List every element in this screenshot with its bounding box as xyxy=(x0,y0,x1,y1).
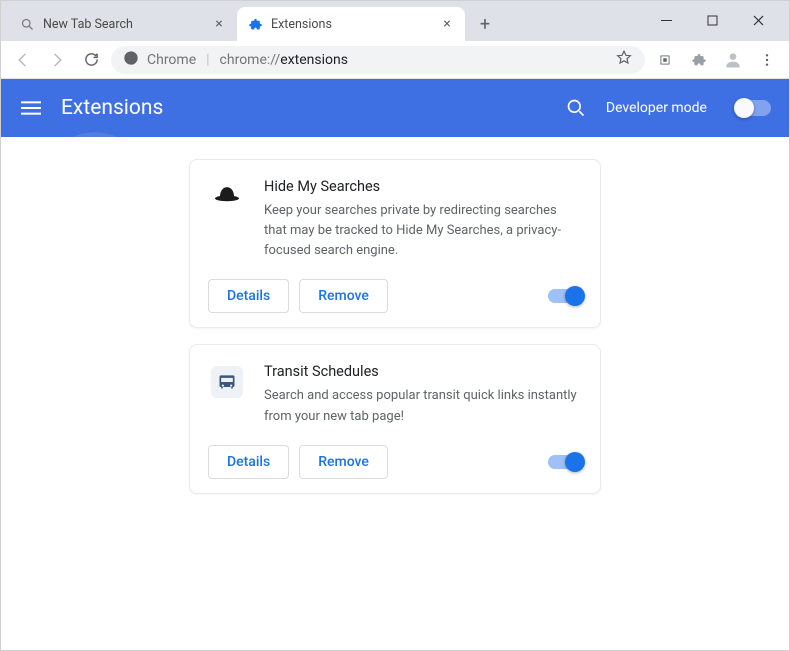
extension-name: Hide My Searches xyxy=(264,178,582,195)
extensions-header: Extensions Developer mode xyxy=(1,79,789,137)
site-info-icon[interactable] xyxy=(123,50,139,70)
extension-description: Search and access popular transit quick … xyxy=(264,386,582,426)
incognito-hat-icon xyxy=(208,178,246,216)
extensions-list: Hide My Searches Keep your searches priv… xyxy=(1,137,789,650)
details-button[interactable]: Details xyxy=(208,445,289,479)
extension-name: Transit Schedules xyxy=(264,363,582,380)
puzzle-icon xyxy=(247,16,263,32)
extension-card: Transit Schedules Search and access popu… xyxy=(189,344,601,493)
extension-description: Keep your searches private by redirectin… xyxy=(264,201,582,261)
tab-new-tab-search[interactable]: New Tab Search × xyxy=(9,7,237,41)
enable-toggle[interactable] xyxy=(548,289,582,303)
close-icon[interactable]: × xyxy=(439,16,455,32)
forward-button[interactable] xyxy=(43,46,71,74)
minimize-button[interactable] xyxy=(643,5,689,35)
new-tab-button[interactable]: + xyxy=(471,10,499,38)
tab-label: New Tab Search xyxy=(43,17,203,32)
developer-mode-toggle[interactable] xyxy=(735,100,771,116)
address-bar[interactable]: Chrome | chrome://extensions xyxy=(111,46,645,74)
back-button[interactable] xyxy=(9,46,37,74)
bus-icon xyxy=(208,363,246,401)
tab-strip: New Tab Search × Extensions × + xyxy=(1,1,789,41)
bookmark-star-icon[interactable] xyxy=(615,49,633,71)
address-separator: | xyxy=(204,52,211,68)
toolbar: Chrome | chrome://extensions xyxy=(1,41,789,79)
remove-button[interactable]: Remove xyxy=(299,279,388,313)
search-icon xyxy=(19,16,35,32)
kebab-menu-icon[interactable] xyxy=(753,46,781,74)
window-controls xyxy=(643,5,781,35)
page-title: Extensions xyxy=(61,96,546,120)
profile-avatar-icon[interactable] xyxy=(719,46,747,74)
tab-label: Extensions xyxy=(271,17,431,32)
address-scheme: chrome:// xyxy=(220,52,281,68)
extension-indicator-icon[interactable] xyxy=(651,46,679,74)
close-button[interactable] xyxy=(735,5,781,35)
close-icon[interactable]: × xyxy=(211,16,227,32)
maximize-button[interactable] xyxy=(689,5,735,35)
reload-button[interactable] xyxy=(77,46,105,74)
address-host: Chrome xyxy=(147,52,196,68)
address-path: extensions xyxy=(280,52,348,68)
details-button[interactable]: Details xyxy=(208,279,289,313)
developer-mode-label: Developer mode xyxy=(606,100,707,116)
tab-extensions[interactable]: Extensions × xyxy=(237,7,465,41)
remove-button[interactable]: Remove xyxy=(299,445,388,479)
extension-card: Hide My Searches Keep your searches priv… xyxy=(189,159,601,328)
hamburger-menu-icon[interactable] xyxy=(19,96,43,120)
extension-puzzle-icon[interactable] xyxy=(685,46,713,74)
enable-toggle[interactable] xyxy=(548,455,582,469)
search-icon[interactable] xyxy=(564,96,588,120)
